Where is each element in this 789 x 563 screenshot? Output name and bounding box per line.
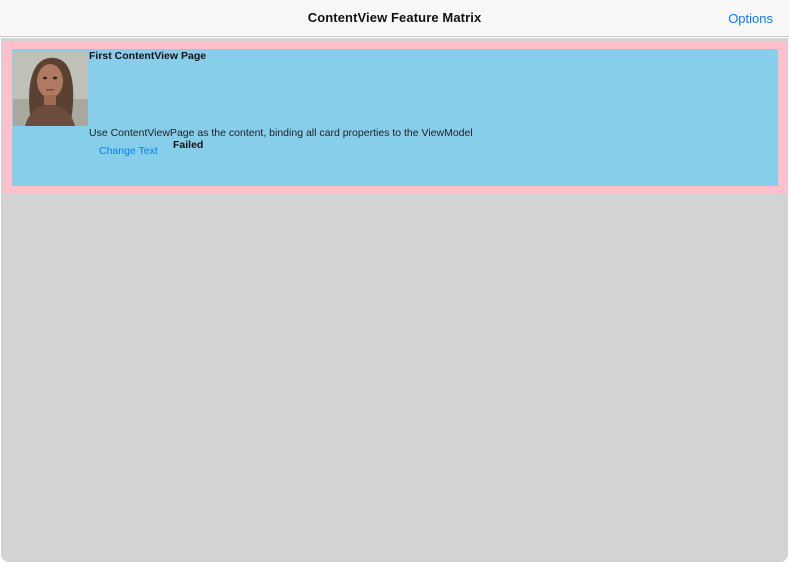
navigation-bar: ContentView Feature Matrix Options: [0, 0, 789, 37]
card-frame: First ContentView Page Use ContentViewPa…: [3, 41, 787, 193]
content-area: First ContentView Page Use ContentViewPa…: [1, 38, 788, 562]
app-window: ContentView Feature Matrix Options First…: [0, 0, 789, 563]
page-title: ContentView Feature Matrix: [307, 10, 482, 25]
card-image: [13, 51, 88, 126]
options-button[interactable]: Options: [728, 11, 773, 26]
card-title: First ContentView Page: [89, 50, 207, 62]
person-photo-icon: [13, 51, 88, 126]
card-description: Use ContentViewPage as the content, bind…: [89, 127, 473, 139]
change-text-button[interactable]: Change Text: [99, 145, 158, 157]
content-card: First ContentView Page Use ContentViewPa…: [12, 49, 778, 186]
status-label: Failed: [173, 139, 204, 151]
